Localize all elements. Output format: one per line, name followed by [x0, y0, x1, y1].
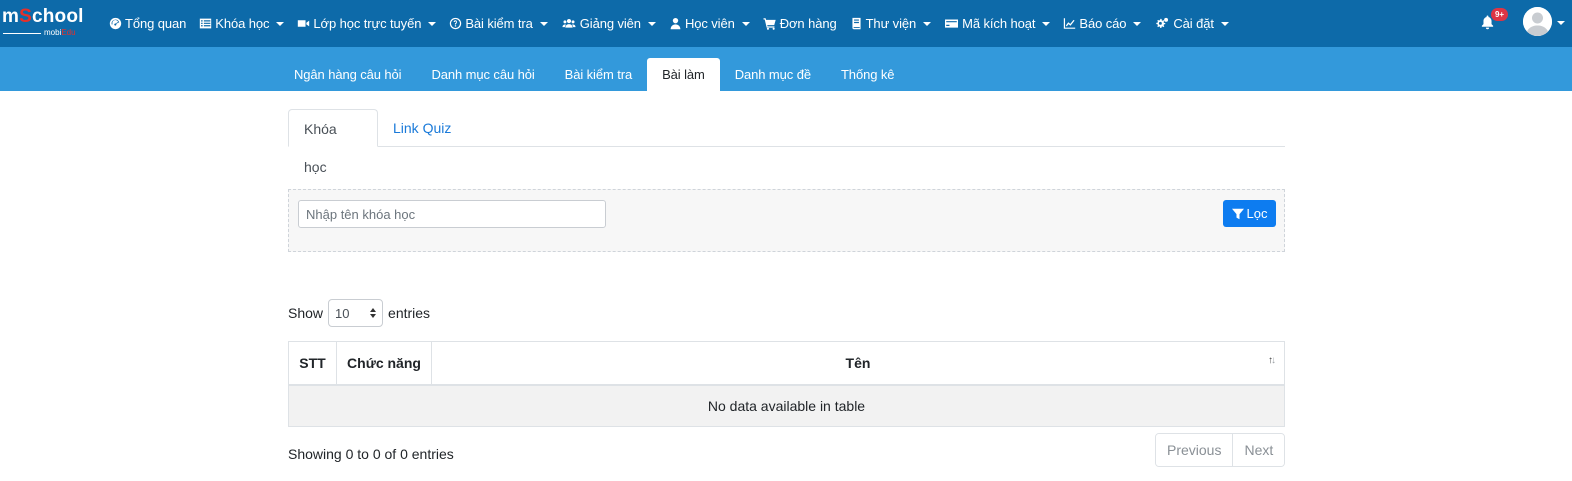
- nav-item-tests[interactable]: Bài kiểm tra: [449, 16, 548, 31]
- nav-item-teachers[interactable]: Giảng viên: [561, 16, 656, 31]
- question-circle-icon: [450, 17, 462, 30]
- line-chart-icon: [1064, 18, 1076, 29]
- tab-link-quiz[interactable]: Link Quiz: [378, 109, 466, 147]
- page-size-select[interactable]: 10: [328, 299, 384, 327]
- filter-icon: [1231, 208, 1244, 219]
- logo-divider: [3, 33, 41, 34]
- content-tabs: Khóa học Link Quiz: [288, 109, 1285, 175]
- subtab-question-categories[interactable]: Danh mục câu hỏi: [416, 58, 549, 91]
- nav-item-activation-codes[interactable]: Mã kích hoạt: [944, 16, 1051, 31]
- show-label: Show: [288, 305, 324, 321]
- sort-icon: ↑↓: [1268, 355, 1276, 366]
- table-info: Showing 0 to 0 of 0 entries: [288, 446, 454, 462]
- chevron-down-icon: [428, 21, 437, 26]
- subtab-exam-categories[interactable]: Danh mục đề: [720, 58, 826, 91]
- chevron-down-icon: [1133, 21, 1142, 26]
- subtab-question-bank[interactable]: Ngân hàng câu hỏi: [279, 58, 416, 91]
- video-icon: [298, 20, 310, 27]
- subtab-submissions[interactable]: Bài làm: [647, 58, 720, 91]
- users-icon: [562, 18, 576, 28]
- notification-count-badge: 9+: [1491, 8, 1508, 21]
- sub-navbar: Ngân hàng câu hỏi Danh mục câu hỏi Bài k…: [0, 47, 1572, 91]
- logo-subline: mobiEdu: [3, 28, 93, 38]
- empty-table-message: No data available in table: [288, 384, 1285, 427]
- logo-wordmark: mSchool: [2, 6, 84, 27]
- next-page-button[interactable]: Next: [1232, 434, 1285, 466]
- chevron-down-icon[interactable]: [1557, 21, 1565, 25]
- page-size-select-wrapper: 10: [323, 299, 388, 327]
- page-size-control: Show 10 entries: [288, 299, 430, 327]
- filter-panel: Lọc: [288, 189, 1285, 252]
- user-icon: [670, 17, 681, 30]
- chevron-down-icon: [1220, 21, 1229, 26]
- dashboard-icon: [109, 17, 122, 30]
- user-avatar[interactable]: [1523, 7, 1552, 36]
- nav-item-online-classes[interactable]: Lớp học trực tuyến: [297, 16, 437, 31]
- table-row: No data available in table: [288, 384, 1285, 427]
- column-header-actions[interactable]: Chức năng: [336, 341, 432, 386]
- mschool-logo[interactable]: mSchool mobiEdu: [2, 4, 94, 40]
- entries-label: entries: [388, 305, 431, 321]
- main-menu: Tổng quan Khóa học Lớp học trực tuyến Bà…: [109, 0, 1242, 47]
- logo-partner: mobiEdu: [44, 28, 76, 37]
- nav-item-orders[interactable]: Đơn hàng: [763, 16, 837, 31]
- tab-course[interactable]: Khóa học: [288, 109, 378, 175]
- nav-item-courses[interactable]: Khóa học: [199, 16, 285, 31]
- chevron-down-icon: [741, 21, 750, 26]
- table-header-row: STT Chức năng Tên ↑↓: [288, 341, 1285, 386]
- filter-button[interactable]: Lọc: [1223, 200, 1276, 227]
- submissions-table: STT Chức năng Tên ↑↓ No data available i…: [288, 341, 1285, 427]
- book-icon: [852, 17, 861, 30]
- pagination: Previous Next: [1155, 433, 1286, 467]
- subtab-tests[interactable]: Bài kiểm tra: [550, 58, 647, 91]
- quiz-section-tabs: Ngân hàng câu hỏi Danh mục câu hỏi Bài k…: [279, 58, 909, 91]
- avatar-placeholder-icon: [1523, 7, 1552, 36]
- cart-icon: [763, 18, 776, 30]
- list-icon: [200, 18, 212, 29]
- chevron-down-icon: [647, 21, 656, 26]
- nav-item-library[interactable]: Thư viện: [850, 16, 932, 31]
- course-name-search-input[interactable]: [298, 200, 606, 228]
- cogs-icon: [1156, 17, 1169, 29]
- nav-item-settings[interactable]: Cài đặt: [1154, 16, 1229, 31]
- chevron-down-icon: [923, 21, 932, 26]
- previous-page-button[interactable]: Previous: [1156, 434, 1233, 466]
- column-header-name-label: Tên: [845, 354, 871, 371]
- column-header-stt[interactable]: STT: [288, 341, 337, 386]
- nav-item-students[interactable]: Học viên: [669, 16, 750, 31]
- nav-item-reports[interactable]: Báo cáo: [1063, 16, 1142, 31]
- top-navbar: mSchool mobiEdu Tổng quan Khóa học Lớp h…: [0, 0, 1572, 47]
- credit-card-icon: [945, 19, 959, 28]
- chevron-down-icon: [276, 21, 285, 26]
- subtab-statistics[interactable]: Thống kê: [826, 58, 909, 91]
- chevron-down-icon: [1042, 21, 1051, 26]
- chevron-down-icon: [539, 21, 548, 26]
- nav-item-dashboard[interactable]: Tổng quan: [109, 16, 186, 31]
- column-header-name[interactable]: Tên ↑↓: [431, 341, 1285, 386]
